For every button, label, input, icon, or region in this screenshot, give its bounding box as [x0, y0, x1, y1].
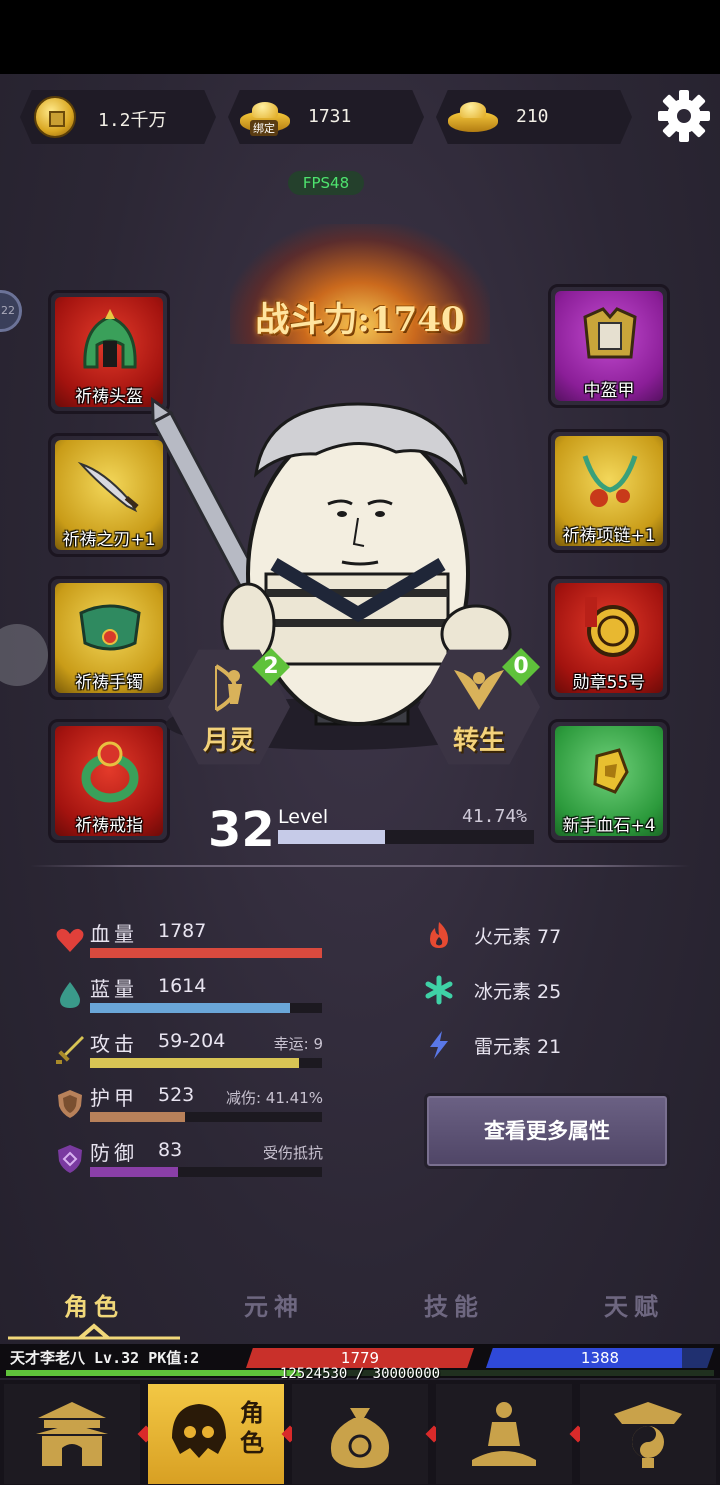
coin-icon: [34, 96, 76, 138]
bound-gold-value: 1731: [308, 106, 352, 127]
nav-character-label: 角色: [240, 1399, 264, 1457]
combat-power: 战斗力:1740: [255, 300, 465, 340]
tab-character[interactable]: 角色: [34, 1287, 154, 1322]
medal-icon: [585, 597, 639, 657]
money-bag-icon: [330, 1408, 390, 1468]
gate-icon: [36, 1402, 108, 1466]
element-thunder: 雷元素 21: [424, 1028, 624, 1064]
player-mp-bar: 1388: [486, 1348, 714, 1368]
stat-name: 攻击: [90, 1032, 138, 1056]
level-progress-fill: [278, 830, 385, 844]
nav-character-button[interactable]: 角色: [148, 1384, 284, 1484]
element-fire: 火元素 77: [424, 918, 624, 954]
stat-bar-fill: [90, 1003, 290, 1013]
drop-icon: [60, 982, 80, 1008]
stat-armor: 护甲 523 减伤: 41.41%: [52, 1080, 327, 1124]
coins-value: 1.2千万: [98, 110, 167, 131]
wings-icon: [454, 670, 504, 710]
stat-extra: 减伤: 41.41%: [225, 1089, 323, 1107]
armor-icon: [583, 307, 637, 359]
stat-attack: 攻击 59-204 幸运: 9: [52, 1026, 327, 1070]
stat-bar: [90, 1167, 322, 1177]
level-number: 32: [208, 802, 275, 858]
equip-slot-bloodstone[interactable]: 新手血石+4: [548, 719, 670, 843]
stat-value: 59-204: [158, 1030, 226, 1052]
side-level-stub[interactable]: 22: [0, 290, 22, 332]
heart-icon: [56, 928, 84, 952]
coins-display: 1.2千万: [20, 90, 216, 144]
stat-bar-fill: [90, 948, 322, 958]
level-progress-bar: [278, 830, 534, 844]
fps-counter: FPS48: [288, 171, 364, 195]
stat-bar: [90, 1112, 322, 1122]
lightning-icon: [430, 1031, 448, 1059]
settings-gear-icon[interactable]: [656, 88, 712, 144]
sword-icon: [56, 1036, 84, 1064]
stat-bar: [90, 1003, 322, 1013]
stat-name: 血量: [90, 922, 138, 946]
chat-bubble-icon[interactable]: [0, 624, 48, 686]
equip-label: 新手血石+4: [562, 816, 656, 836]
stat-value: 1614: [158, 975, 207, 997]
player-hp-bar: 1779: [246, 1348, 474, 1368]
stat-bar-fill: [90, 1058, 299, 1068]
player-info: 天才李老八 Lv.32 PK值:2: [10, 1349, 200, 1367]
gold-display: 210: [436, 90, 632, 144]
nav-city-button[interactable]: [4, 1384, 140, 1484]
nav-bag-button[interactable]: [292, 1384, 428, 1484]
equip-slot-medal[interactable]: 勋章55号: [548, 576, 670, 700]
equip-slot-necklace[interactable]: 祈祷项链+1: [548, 429, 670, 553]
stat-value: 1787: [158, 920, 207, 942]
element-text: 雷元素 21: [474, 1036, 562, 1058]
shield-icon: [58, 1090, 82, 1118]
stat-name: 蓝量: [90, 977, 138, 1001]
character-helmet-icon: [172, 1404, 226, 1458]
bound-tag: 绑定: [250, 120, 278, 136]
active-tab-indicator: [8, 1323, 180, 1340]
stat-hp: 血量 1787: [52, 916, 327, 960]
divider: [30, 865, 690, 867]
level-label: Level: [278, 806, 329, 828]
equip-label: 勋章55号: [572, 673, 646, 693]
bound-gold-display: 绑定 1731: [228, 90, 424, 144]
stat-bar-fill: [90, 1167, 179, 1177]
equip-slot-armor[interactable]: 中盔甲: [548, 284, 670, 408]
player-mp-value: 1388: [580, 1349, 620, 1367]
meditation-icon: [472, 1402, 536, 1466]
stat-name: 护甲: [90, 1086, 138, 1110]
gold-value: 210: [516, 106, 549, 127]
ingot-icon: [448, 102, 498, 132]
stat-name: 防御: [90, 1141, 138, 1165]
equip-label: 中盔甲: [583, 381, 635, 401]
view-more-attributes-button[interactable]: 查看更多属性: [424, 1093, 670, 1169]
stat-bar: [90, 948, 322, 958]
stat-mp: 蓝量 1614: [52, 971, 327, 1015]
tab-skills[interactable]: 技能: [394, 1287, 514, 1322]
defense-icon: [58, 1145, 82, 1173]
level-percent: 41.74%: [462, 806, 528, 827]
stat-extra: 受伤抵抗: [262, 1144, 323, 1162]
equip-label: 祈祷戒指: [75, 816, 143, 836]
stat-value: 83: [158, 1139, 183, 1161]
element-ice: 冰元素 25: [424, 973, 624, 1009]
stat-extra: 幸运: 9: [273, 1035, 323, 1053]
stat-bar: [90, 1058, 322, 1068]
nav-meditate-button[interactable]: [436, 1384, 572, 1484]
game-screen: 1.2千万 绑定 1731 210 FPS48 战斗力:1740 22 祈祷头盔…: [0, 74, 720, 1485]
nav-taiji-button[interactable]: [580, 1384, 716, 1484]
snowflake-icon: [425, 975, 453, 1005]
archer-icon: [214, 664, 242, 712]
bloodstone-icon: [593, 748, 629, 794]
taiji-icon: [614, 1402, 682, 1468]
tab-talent[interactable]: 天赋: [574, 1287, 694, 1322]
fire-icon: [430, 922, 448, 948]
stat-value: 523: [158, 1084, 195, 1106]
stat-bar-fill: [90, 1112, 186, 1122]
stat-defense: 防御 83 受伤抵抗: [52, 1135, 327, 1179]
element-text: 冰元素 25: [474, 981, 562, 1003]
necklace-icon: [582, 455, 638, 507]
equip-label: 祈祷项链+1: [562, 526, 656, 546]
element-text: 火元素 77: [474, 926, 562, 948]
tab-spirit[interactable]: 元神: [214, 1287, 334, 1322]
